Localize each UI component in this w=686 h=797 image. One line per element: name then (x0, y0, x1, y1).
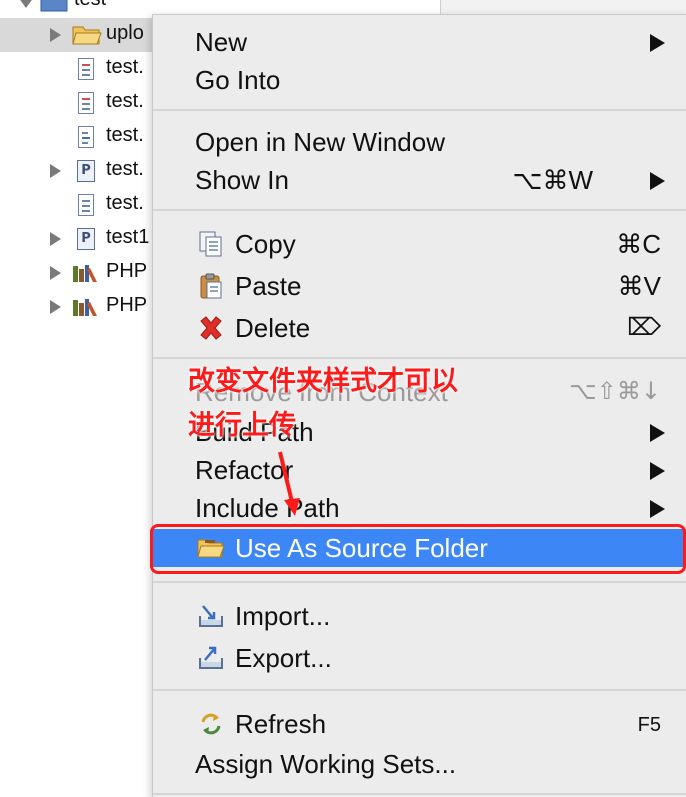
menu-separator (153, 209, 686, 211)
expand-toggle-icon[interactable] (18, 0, 34, 8)
menu-item-new[interactable]: New (153, 23, 686, 61)
expand-toggle-icon[interactable] (50, 28, 61, 42)
menu-separator (153, 689, 686, 691)
submenu-arrow-icon (650, 462, 665, 480)
menu-item-export[interactable]: Export... (153, 639, 686, 677)
script-file-icon (78, 126, 94, 148)
shortcut-label: ⌦ (627, 313, 661, 341)
annotation-note: 改变文件夹样式才可以 进行上传 (188, 360, 458, 448)
submenu-arrow-icon (650, 424, 665, 442)
annotation-line-1: 改变文件夹样式才可以 (188, 366, 458, 397)
file-icon (78, 92, 94, 114)
menu-item-refactor[interactable]: Refactor (153, 451, 686, 489)
tree-item-label: test. (106, 56, 144, 78)
php-file-icon: P (77, 160, 95, 182)
expand-toggle-icon[interactable] (50, 164, 61, 178)
shortcut-label: ⌥⇧⌘↓ (569, 377, 661, 405)
tree-item-label: test. (106, 158, 144, 180)
menu-item-import[interactable]: Import... (153, 597, 686, 635)
menu-item-refresh[interactable]: Refresh F5 (153, 705, 686, 743)
menu-separator (153, 109, 686, 111)
delete-icon (200, 316, 222, 340)
menu-item-copy[interactable]: Copy ⌘C (153, 225, 686, 263)
tree-item-label: test. (106, 124, 144, 146)
tree-item-label: test1 (106, 226, 150, 248)
submenu-arrow-icon (650, 34, 665, 52)
menu-separator (153, 793, 686, 795)
tree-item-label: PHP (106, 294, 148, 316)
submenu-arrow-icon (650, 172, 665, 190)
shortcut-label: ⌘V (617, 271, 661, 301)
menu-item-open-new-window[interactable]: Open in New Window (153, 123, 686, 161)
text-file-icon (78, 194, 94, 216)
open-folder-icon (72, 26, 102, 45)
highlight-annotation-frame (150, 524, 686, 574)
tree-item-label: PHP (106, 260, 148, 282)
annotation-arrow-icon (278, 451, 300, 516)
expand-toggle-icon[interactable] (50, 232, 61, 246)
menu-item-show-in[interactable]: Show In ⌥⌘W (153, 161, 686, 199)
paste-icon (200, 273, 222, 299)
expand-toggle-icon[interactable] (50, 300, 61, 314)
menu-item-delete[interactable]: Delete ⌦ (153, 309, 686, 347)
library-icon (73, 299, 97, 316)
refresh-icon (201, 713, 221, 735)
tree-item-label: test. (106, 192, 144, 214)
menu-item-go-into[interactable]: Go Into (153, 61, 686, 99)
menu-item-assign-working-sets[interactable]: Assign Working Sets... (153, 745, 686, 783)
export-icon (199, 646, 223, 669)
menu-separator (153, 357, 686, 359)
menu-item-paste[interactable]: Paste ⌘V (153, 267, 686, 305)
shortcut-label: ⌘C (616, 229, 661, 259)
copy-icon (199, 231, 222, 257)
file-icon (78, 58, 94, 80)
shortcut-label: ⌥⌘W (512, 165, 593, 195)
tree-item-label: uplo (106, 22, 144, 44)
menu-item-include-path[interactable]: Include Path (153, 489, 686, 527)
shortcut-label: F5 (637, 714, 661, 736)
tree-item-label: test (74, 0, 106, 11)
php-file-icon: P (77, 228, 95, 250)
library-icon (73, 265, 97, 282)
project-icon (40, 0, 68, 12)
tree-item-label: test. (106, 90, 144, 112)
submenu-arrow-icon (650, 500, 665, 518)
import-icon (199, 605, 223, 627)
menu-separator (153, 581, 686, 583)
expand-toggle-icon[interactable] (50, 266, 61, 280)
annotation-line-2: 进行上传 (188, 410, 296, 441)
